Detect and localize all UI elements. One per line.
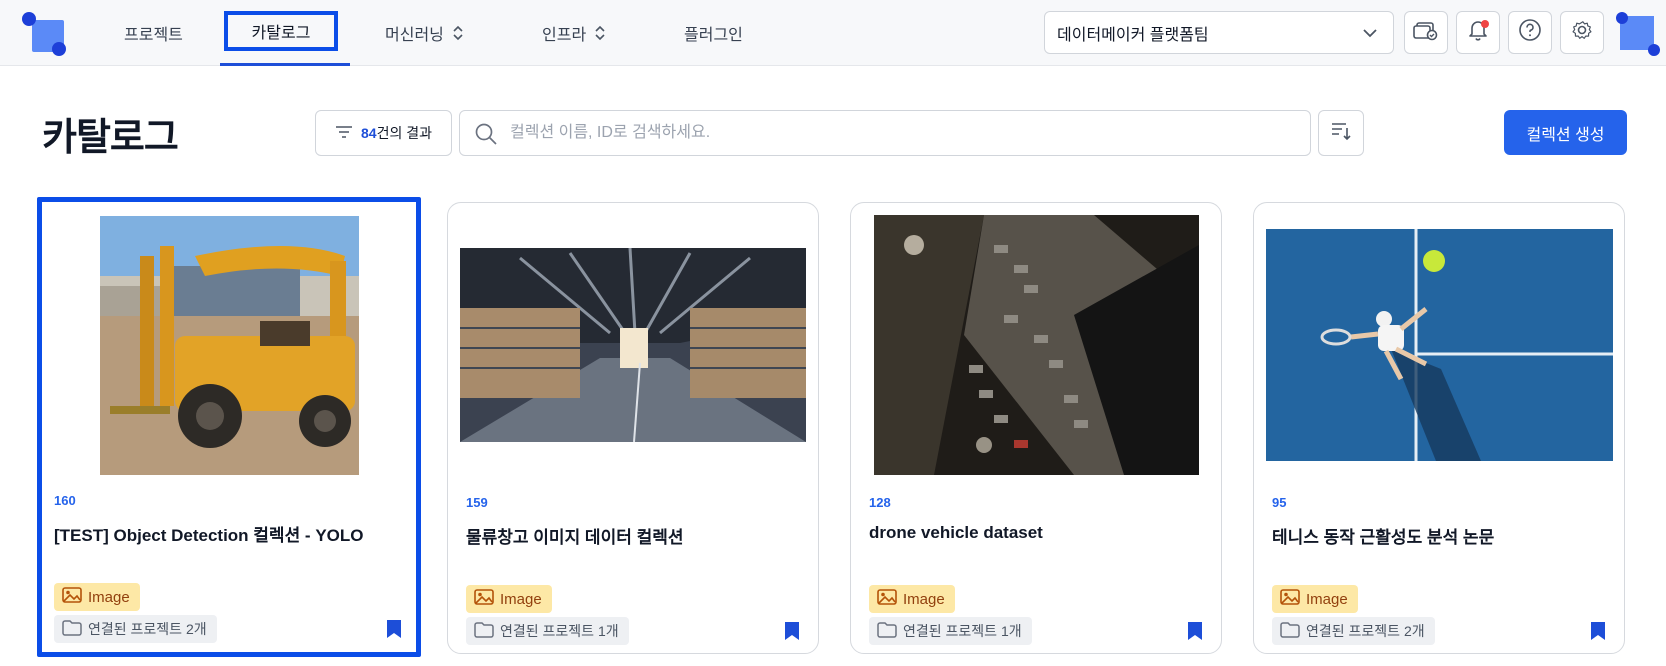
data-type-badge: Image — [466, 585, 552, 613]
workspace-select[interactable]: 데이터메이커 플랫폼팀 — [1044, 11, 1394, 54]
collection-title: 테니스 동작 근활성도 분석 논문 — [1272, 528, 1495, 547]
data-type-label: Image — [88, 588, 130, 606]
result-count: 84 — [361, 125, 377, 141]
nav-item-infra[interactable]: 인프라 — [542, 0, 606, 66]
collection-card[interactable]: 95 테니스 동작 근활성도 분석 논문 Image 연결된 프로젝트 2개 — [1253, 202, 1625, 654]
bookmark-icon[interactable] — [1187, 621, 1203, 646]
search-box — [459, 110, 1311, 156]
avatar-dot — [1648, 44, 1660, 56]
settings-button[interactable] — [1560, 11, 1604, 54]
nav-item-plugins[interactable]: 플러그인 — [684, 0, 743, 66]
page-title: 카탈로그 — [42, 117, 179, 159]
create-collection-button[interactable]: 컬렉션 생성 — [1504, 110, 1627, 155]
data-type-badge: Image — [1272, 585, 1358, 613]
search-input[interactable] — [510, 111, 1300, 155]
folder-icon — [1280, 621, 1300, 641]
nav-item-label: 프로젝트 — [124, 27, 183, 44]
collection-thumbnail-forklift — [100, 216, 359, 475]
chevron-down-icon — [1361, 24, 1379, 47]
linked-projects-label: 연결된 프로젝트 1개 — [903, 623, 1022, 639]
logo-dot — [52, 42, 66, 56]
chevron-up-down-icon — [594, 25, 606, 42]
notification-badge — [1481, 20, 1489, 28]
data-type-badge: Image — [54, 583, 140, 611]
avatar-dot — [1616, 12, 1628, 24]
sort-button[interactable] — [1318, 110, 1364, 156]
collection-title: 물류창고 이미지 데이터 컬렉션 — [466, 528, 684, 547]
data-type-label: Image — [500, 590, 542, 608]
linked-projects-label: 연결된 프로젝트 2개 — [88, 621, 207, 637]
collection-card[interactable]: 159 물류창고 이미지 데이터 컬렉션 Image 연결된 프로젝트 1개 — [447, 202, 819, 654]
collection-title: drone vehicle dataset — [869, 523, 1043, 542]
image-icon — [877, 589, 897, 609]
collection-id: 128 — [869, 495, 891, 510]
nav-item-label: 카탈로그 — [251, 25, 311, 42]
nav-item-label: 인프라 — [542, 27, 587, 44]
collection-thumbnail-warehouse — [460, 248, 806, 442]
data-type-label: Image — [1306, 590, 1348, 608]
collection-thumbnail-tennis — [1266, 229, 1613, 461]
help-button[interactable] — [1508, 11, 1552, 54]
collection-title: [TEST] Object Detection 컬렉션 - YOLO — [54, 526, 364, 545]
collection-card[interactable]: 128 drone vehicle dataset Image 연결된 프로젝트… — [850, 202, 1222, 654]
collection-id: 95 — [1272, 495, 1287, 510]
billing-icon — [1413, 19, 1439, 46]
result-count-suffix: 건의 결과 — [376, 125, 432, 141]
linked-projects-badge: 연결된 프로젝트 2개 — [1272, 617, 1435, 645]
app-logo[interactable] — [22, 12, 68, 56]
filter-results-button[interactable]: 84 건의 결과 — [315, 110, 452, 156]
filter-icon — [335, 125, 353, 142]
bookmark-icon[interactable] — [784, 621, 800, 646]
help-icon — [1518, 18, 1542, 47]
chevron-up-down-icon — [452, 25, 464, 42]
image-icon — [62, 587, 82, 607]
bookmark-icon[interactable] — [386, 619, 402, 644]
linked-projects-badge: 연결된 프로젝트 1개 — [869, 617, 1032, 645]
collection-card[interactable]: 160 [TEST] Object Detection 컬렉션 - YOLO I… — [37, 197, 421, 657]
nav-item-catalog[interactable]: 카탈로그 — [220, 0, 350, 66]
folder-icon — [474, 621, 494, 641]
workspace-select-value: 데이터메이커 플랫폼팀 — [1057, 26, 1209, 44]
collection-thumbnail-drone — [874, 215, 1199, 475]
linked-projects-label: 연결된 프로젝트 1개 — [500, 623, 619, 639]
top-navigation-bar: 프로젝트 카탈로그 머신러닝 인프라 플러그인 데이터메이커 플랫폼팀 — [0, 0, 1666, 66]
search-icon — [474, 122, 498, 151]
collection-id: 159 — [466, 495, 488, 510]
bookmark-icon[interactable] — [1590, 621, 1606, 646]
nav-item-projects[interactable]: 프로젝트 — [124, 0, 183, 66]
nav-item-label: 머신러닝 — [385, 27, 444, 44]
notifications-button[interactable] — [1456, 11, 1500, 54]
linked-projects-label: 연결된 프로젝트 2개 — [1306, 623, 1425, 639]
folder-icon — [877, 621, 897, 641]
folder-icon — [62, 619, 82, 639]
nav-item-catalog-highlight: 카탈로그 — [224, 11, 338, 51]
linked-projects-badge: 연결된 프로젝트 2개 — [54, 615, 217, 643]
gear-icon — [1570, 18, 1594, 47]
data-type-badge: Image — [869, 585, 955, 613]
billing-button[interactable] — [1404, 11, 1448, 54]
logo-dot — [22, 12, 36, 26]
user-avatar[interactable] — [1614, 10, 1660, 56]
image-icon — [1280, 589, 1300, 609]
linked-projects-badge: 연결된 프로젝트 1개 — [466, 617, 629, 645]
nav-item-machine-learning[interactable]: 머신러닝 — [385, 0, 464, 66]
collection-id: 160 — [54, 493, 76, 508]
sort-icon — [1330, 120, 1352, 147]
nav-item-label: 플러그인 — [684, 27, 743, 44]
image-icon — [474, 589, 494, 609]
data-type-label: Image — [903, 590, 945, 608]
